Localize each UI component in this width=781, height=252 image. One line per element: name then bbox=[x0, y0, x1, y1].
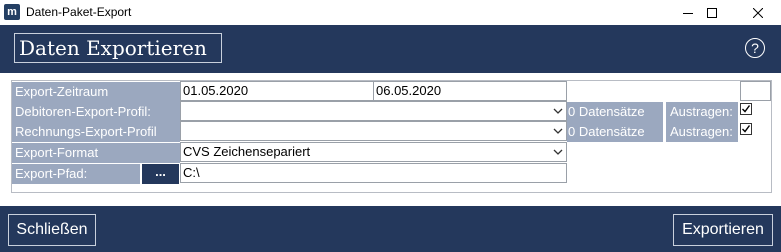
invoice-remove-label: Austragen: bbox=[666, 122, 738, 142]
export-format-select[interactable]: CVS Zeichensepariert bbox=[180, 142, 567, 162]
export-path-label: Export-Pfad: bbox=[12, 164, 140, 184]
app-logo-icon: m bbox=[4, 4, 20, 20]
export-button[interactable]: Exportieren bbox=[673, 214, 773, 246]
chevron-down-icon bbox=[553, 149, 563, 155]
window-title: Daten-Paket-Export bbox=[26, 5, 132, 19]
debtor-remove-checkbox[interactable] bbox=[740, 103, 752, 115]
help-icon: ? bbox=[751, 40, 759, 56]
debtor-profile-label: Debitoren-Export-Profil: bbox=[12, 102, 180, 122]
maximize-icon bbox=[707, 7, 717, 18]
export-period-extra-field[interactable] bbox=[740, 81, 771, 101]
page-title-box: Daten Exportieren bbox=[14, 33, 222, 63]
window-titlebar: m Daten-Paket-Export bbox=[0, 0, 781, 25]
maximize-button[interactable] bbox=[689, 0, 735, 25]
footer-bar: Schließen Exportieren bbox=[0, 206, 781, 252]
invoice-record-count: 0 Datensätze bbox=[567, 122, 663, 142]
export-period-to-field[interactable]: 06.05.2020 bbox=[373, 81, 567, 101]
invoice-profile-select[interactable] bbox=[180, 121, 567, 141]
export-period-from-field[interactable]: 01.05.2020 bbox=[180, 81, 374, 101]
export-form: Export-Zeitraum 01.05.2020 06.05.2020 De… bbox=[0, 73, 781, 206]
export-path-field[interactable]: C:\ bbox=[180, 163, 567, 183]
close-button[interactable]: Schließen bbox=[8, 214, 96, 246]
chevron-down-icon bbox=[553, 108, 563, 114]
export-format-value: CVS Zeichensepariert bbox=[183, 144, 311, 159]
help-button[interactable]: ? bbox=[745, 38, 765, 58]
close-window-button[interactable] bbox=[735, 0, 781, 25]
invoice-profile-label: Rechnungs-Export-Profil bbox=[12, 122, 180, 142]
debtor-remove-label: Austragen: bbox=[666, 102, 738, 122]
invoice-remove-checkbox[interactable] bbox=[740, 123, 752, 135]
header-bar: Daten Exportieren ? bbox=[0, 25, 781, 73]
debtor-profile-select[interactable] bbox=[180, 101, 567, 121]
page-title: Daten Exportieren bbox=[19, 36, 207, 60]
close-icon bbox=[753, 7, 763, 18]
checkmark-icon bbox=[742, 125, 751, 133]
debtor-record-count: 0 Datensätze bbox=[567, 102, 663, 122]
export-period-label: Export-Zeitraum bbox=[12, 82, 180, 102]
browse-path-button[interactable]: ... bbox=[142, 164, 179, 184]
export-format-label: Export-Format bbox=[12, 143, 180, 163]
checkmark-icon bbox=[742, 105, 751, 113]
chevron-down-icon bbox=[553, 128, 563, 134]
